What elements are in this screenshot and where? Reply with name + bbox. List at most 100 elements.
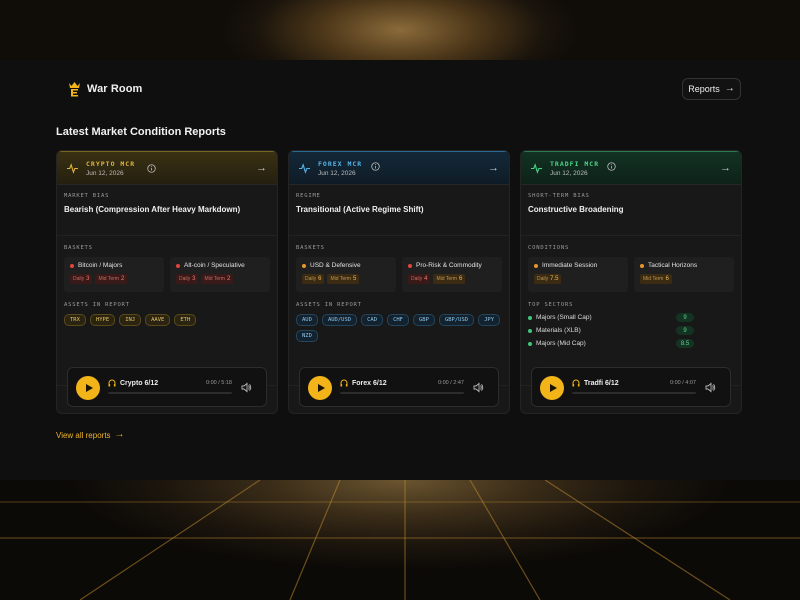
headphones-icon — [108, 379, 116, 387]
sector-score: 9 — [676, 313, 694, 322]
open-report-arrow-icon[interactable]: → — [256, 162, 267, 174]
asset-chip[interactable]: ETH — [174, 314, 197, 326]
sector-score: 9 — [676, 326, 694, 335]
asset-chip[interactable]: AUD/USD — [321, 314, 358, 326]
status-dot — [302, 263, 306, 268]
sector-row: Majors (Mid Cap) 8.5 — [528, 339, 734, 348]
midterm-score-tag: Mid Term 2 — [95, 274, 128, 284]
midterm-score-tag: Mid Term 6 — [433, 274, 466, 284]
volume-icon[interactable] — [705, 382, 716, 393]
report-card-crypto[interactable]: CRYPTO MCR Jun 12, 2026 → MARKET BIAS Be… — [56, 150, 278, 414]
volume-icon[interactable] — [241, 382, 252, 393]
bias-label: REGIME — [296, 193, 321, 199]
info-icon[interactable] — [147, 164, 156, 173]
progress-bar[interactable] — [108, 392, 232, 394]
daily-score-tag: Daily 6 — [302, 274, 325, 284]
view-all-label: View all reports — [56, 430, 111, 440]
bias-value: Transitional (Active Regime Shift) — [296, 205, 424, 214]
daily-score-tag: Daily 4 — [408, 274, 431, 284]
asset-chip[interactable]: GBP/USD — [438, 314, 475, 326]
sector-name: Majors (Mid Cap) — [536, 340, 586, 347]
reports-button-label: Reports — [688, 84, 720, 94]
report-card-forex[interactable]: FOREX MCR Jun 12, 2026 → REGIME Transiti… — [288, 150, 510, 414]
status-dot — [640, 263, 644, 268]
bias-label: MARKET BIAS — [64, 193, 110, 199]
asset-chip[interactable]: CAD — [361, 314, 384, 326]
conditions-section: CONDITIONS Immediate Session Daily 7.5 Ta… — [521, 236, 741, 298]
assets-label: ASSETS IN REPORT — [64, 302, 130, 308]
condition-item: Immediate Session Daily 7.5 — [528, 257, 628, 292]
card-label: FOREX MCR — [318, 159, 363, 168]
card-header[interactable]: CRYPTO MCR Jun 12, 2026 → — [57, 151, 277, 185]
midterm-score-tag: Mid Term 6 — [640, 274, 672, 284]
card-label: TRADFI MCR — [550, 159, 600, 168]
sector-name: Materials (XLB) — [536, 327, 581, 334]
basket-item: Bitcoin / Majors Daily 3 Mid Term 2 — [64, 257, 164, 292]
progress-bar[interactable] — [340, 392, 464, 394]
midterm-score-tag: Mid Term 5 — [327, 274, 360, 284]
top-sectors-label: TOP SECTORS — [528, 302, 574, 308]
bias-section: SHORT-TERM BIAS Constructive Broadening — [521, 185, 741, 236]
basket-title: Bitcoin / Majors — [78, 262, 123, 269]
top-light-glow — [0, 0, 800, 60]
play-button[interactable] — [76, 376, 100, 400]
progress-bar[interactable] — [572, 392, 696, 394]
baskets-label: BASKETS — [64, 245, 93, 251]
assets-label: ASSETS IN REPORT — [296, 302, 362, 308]
card-date: Jun 12, 2026 — [86, 169, 124, 177]
card-header[interactable]: FOREX MCR Jun 12, 2026 → — [289, 151, 509, 185]
status-dot — [528, 341, 532, 346]
baskets-section: BASKETS USD & Defensive Daily 6 Mid Term 5… — [289, 236, 509, 298]
basket-title: Alt-coin / Speculative — [184, 262, 245, 269]
volume-icon[interactable] — [473, 382, 484, 393]
brand-name: War Room — [87, 83, 143, 95]
status-dot — [70, 263, 74, 268]
daily-score-tag: Daily 7.5 — [534, 274, 562, 284]
asset-chip[interactable]: TRX — [64, 314, 86, 326]
status-dot — [528, 315, 532, 320]
audio-player: Tradfi 6/12 0:00 / 4:07 — [531, 367, 731, 407]
bias-value: Constructive Broadening — [528, 205, 624, 214]
asset-chip[interactable]: JPY — [478, 314, 501, 326]
condition-title: Immediate Session — [542, 262, 598, 269]
asset-chip[interactable]: CHF — [387, 314, 409, 326]
report-card-tradfi[interactable]: TRADFI MCR Jun 12, 2026 → SHORT-TERM BIA… — [520, 150, 742, 414]
headphones-icon — [572, 379, 580, 387]
audio-player: Forex 6/12 0:00 / 2:47 — [299, 367, 499, 407]
asset-chip[interactable]: AUD — [296, 314, 318, 326]
basket-item: Alt-coin / Speculative Daily 3 Mid Term 2 — [170, 257, 270, 292]
baskets-section: BASKETS Bitcoin / Majors Daily 3 Mid Term… — [57, 236, 277, 298]
asset-chip[interactable]: INJ — [119, 314, 142, 326]
info-icon[interactable] — [607, 162, 616, 171]
bias-section: REGIME Transitional (Active Regime Shift… — [289, 185, 509, 236]
asset-chip[interactable]: GBP — [413, 314, 435, 326]
open-report-arrow-icon[interactable]: → — [720, 162, 731, 174]
basket-item: USD & Defensive Daily 6 Mid Term 5 — [296, 257, 396, 292]
daily-score-tag: Daily 3 — [70, 274, 93, 284]
sector-row: Majors (Small Cap) 9 — [528, 313, 734, 322]
asset-chip[interactable]: HYPE — [89, 314, 116, 326]
open-report-arrow-icon[interactable]: → — [488, 162, 499, 174]
reports-button[interactable]: Reports → — [682, 78, 741, 100]
midterm-score-tag: Mid Term 2 — [201, 274, 234, 284]
play-button[interactable] — [308, 376, 332, 400]
status-dot — [408, 263, 412, 268]
track-title: Forex 6/12 — [352, 379, 387, 387]
asset-chip[interactable]: AAVE — [145, 314, 171, 326]
pulse-icon — [299, 162, 310, 174]
asset-chip[interactable]: NZD — [296, 330, 318, 342]
audio-player: Crypto 6/12 0:00 / 5:18 — [67, 367, 267, 407]
bias-section: MARKET BIAS Bearish (Compression After H… — [57, 185, 277, 236]
play-button[interactable] — [540, 376, 564, 400]
brand[interactable]: War Room — [68, 81, 142, 97]
baskets-label: BASKETS — [296, 245, 325, 251]
track-time: 0:00 / 4:07 — [670, 380, 696, 386]
track-title: Crypto 6/12 — [120, 379, 159, 387]
info-icon[interactable] — [371, 162, 380, 171]
status-dot — [534, 263, 538, 268]
sector-name: Majors (Small Cap) — [536, 314, 592, 321]
card-date: Jun 12, 2026 — [318, 169, 356, 177]
view-all-reports-link[interactable]: View all reports → — [56, 430, 125, 440]
card-header[interactable]: TRADFI MCR Jun 12, 2026 → — [521, 151, 741, 185]
play-icon — [317, 384, 325, 392]
